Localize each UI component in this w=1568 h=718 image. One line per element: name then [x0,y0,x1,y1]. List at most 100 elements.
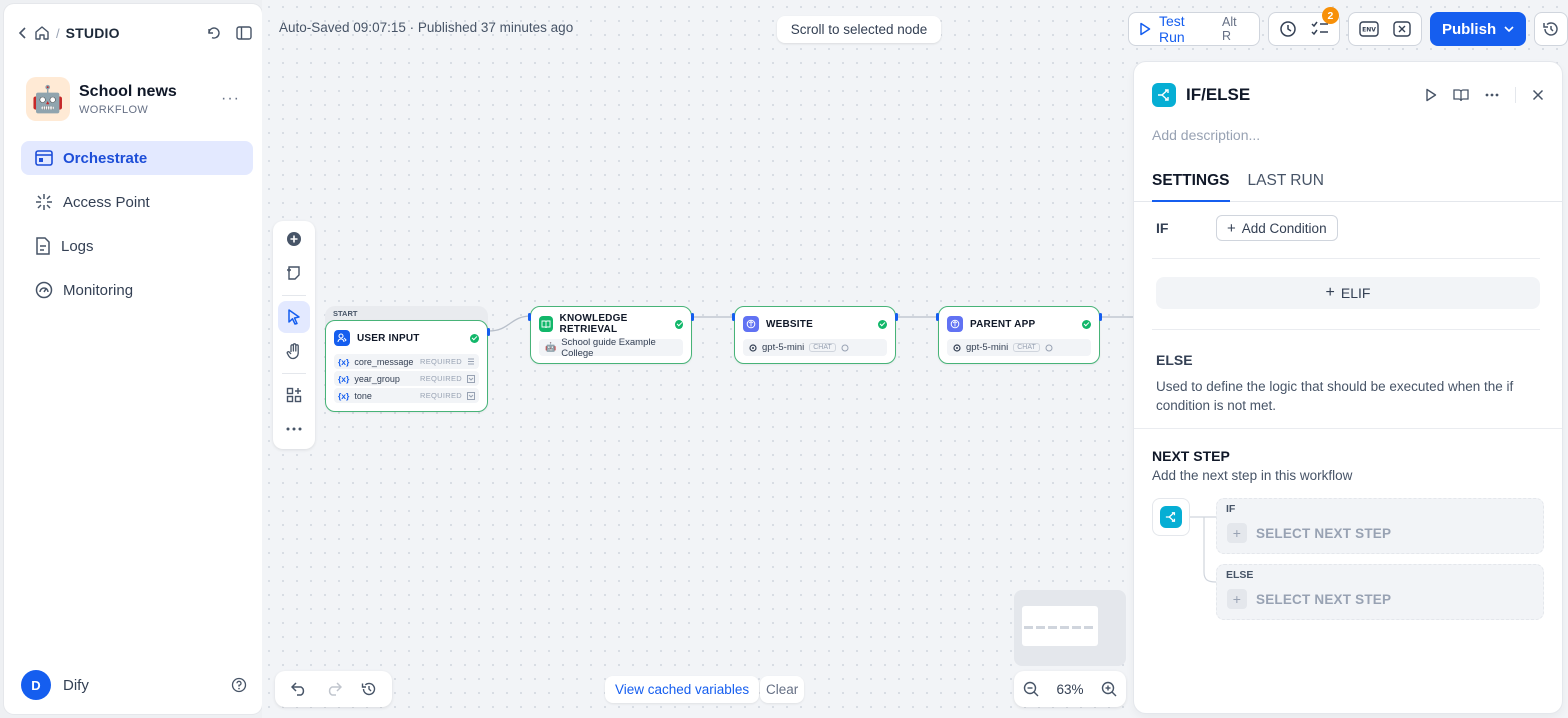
minimap[interactable] [1014,590,1126,666]
model-settings-icon [841,344,849,352]
node-website[interactable]: WEBSITE gpt-5-mini CHAT [732,306,898,364]
else-description: Used to define the logic that should be … [1156,379,1514,413]
env-icon[interactable]: ENV [1359,21,1379,37]
app-name: School news [79,82,177,100]
if-label: IF [1156,220,1169,236]
logs-icon [35,237,51,255]
help-docs-icon[interactable] [1453,88,1469,102]
refresh-icon[interactable] [206,25,222,41]
tab-last-run[interactable]: LAST RUN [1248,170,1324,202]
output-handle[interactable] [1099,313,1102,321]
variable-name: year_group [354,373,400,384]
success-check-icon [878,319,887,329]
panel-title[interactable]: IF/ELSE [1186,85,1250,105]
help-icon[interactable] [231,677,247,693]
undo-icon[interactable] [290,682,307,696]
play-icon [1139,22,1151,36]
tab-settings[interactable]: SETTINGS [1152,170,1230,202]
view-cached-variables-button[interactable]: View cached variables [605,676,760,703]
run-node-icon[interactable] [1425,88,1437,102]
elif-label: ELIF [1340,285,1371,301]
sidebar-item-access-point[interactable]: Access Point [21,185,253,219]
plus-icon: + [1227,219,1236,237]
sidebar-item-logs[interactable]: Logs [21,229,253,263]
history-icon[interactable] [361,681,377,697]
user-profile[interactable]: D Dify [21,669,253,701]
app-type: WORKFLOW [79,103,149,116]
model-name: gpt-5-mini [966,342,1009,353]
svg-text:ENV: ENV [1362,27,1376,34]
more-horizontal-icon[interactable] [1485,93,1499,97]
output-handle[interactable] [487,328,490,336]
model-row: gpt-5-mini CHAT [743,339,887,356]
history-icon [1542,20,1560,38]
home-icon[interactable] [34,25,50,41]
close-icon[interactable] [1532,89,1544,101]
if-branch-target[interactable]: IF + SELECT NEXT STEP [1216,498,1544,554]
plus-icon: + [1325,284,1335,301]
input-handle[interactable] [936,313,939,321]
success-check-icon [470,333,479,343]
add-condition-button[interactable]: + Add Condition [1216,215,1338,241]
clear-button[interactable]: Clear [760,676,805,703]
chevron-down-icon [1504,25,1514,33]
more-horizontal-icon [286,427,302,431]
dataset-name: School guide Example College [561,336,656,359]
version-history-button[interactable] [1534,12,1568,46]
hand-icon [286,342,302,360]
breadcrumb-studio[interactable]: STUDIO [66,25,120,41]
model-name: gpt-5-mini [762,342,805,353]
llm-icon [743,316,759,332]
sidebar-item-monitoring[interactable]: Monitoring [21,273,253,307]
variable-icon: {x} [338,356,350,367]
select-next-step-button[interactable]: + SELECT NEXT STEP [1227,588,1391,610]
input-handle[interactable] [732,313,735,321]
zoom-in-icon[interactable] [1101,681,1117,697]
model-settings-icon [1045,344,1053,352]
zoom-out-icon[interactable] [1023,681,1039,697]
input-handle[interactable] [528,313,531,321]
zoom-controls: 63% [1014,671,1126,707]
select-icon [467,391,475,400]
robot-icon: 🤖 [545,342,557,352]
layout-grid-icon [286,387,302,403]
output-handle[interactable] [895,313,898,321]
back-chevron-icon[interactable] [18,27,28,39]
openai-icon [953,343,961,352]
sidebar: / STUDIO 🤖 School news WORKFLOW ··· Orch… [4,4,262,714]
else-branch-target[interactable]: ELSE + SELECT NEXT STEP [1216,564,1544,620]
collapse-sidebar-icon[interactable] [236,26,252,40]
scroll-to-selected-button[interactable]: Scroll to selected node [777,16,941,43]
section-divider [1152,329,1540,330]
select-next-step-label: SELECT NEXT STEP [1256,591,1392,607]
zoom-level[interactable]: 63% [1056,682,1083,697]
sidebar-item-orchestrate[interactable]: Orchestrate [21,141,253,175]
checklist-icon[interactable] [1311,21,1329,37]
output-handle[interactable] [691,313,694,321]
redo-icon[interactable] [326,682,342,696]
variable-icon[interactable] [1393,21,1411,37]
app-card[interactable]: 🤖 School news WORKFLOW ··· [26,76,248,122]
more-tools[interactable] [278,413,310,445]
chat-tag: CHAT [1013,343,1040,352]
hand-tool[interactable] [278,335,310,367]
description-input[interactable]: Add description... [1152,127,1260,143]
add-node-tool[interactable] [278,223,310,255]
node-parent-app[interactable]: PARENT APP gpt-5-mini CHAT [936,306,1102,364]
node-user-input[interactable]: USER INPUT {x} core_message REQUIRED {x}… [325,320,490,412]
test-run-button[interactable]: Test Run Alt R [1128,12,1260,46]
pointer-tool[interactable] [278,301,310,333]
node-settings-panel: IF/ELSE Add description... SETTINGS LAST… [1134,62,1562,713]
select-next-step-button[interactable]: + SELECT NEXT STEP [1227,522,1391,544]
add-note-tool[interactable] [278,257,310,289]
publish-button[interactable]: Publish [1429,12,1527,46]
run-history-icon[interactable] [1279,20,1297,38]
node-knowledge-retrieval[interactable]: KNOWLEDGE RETRIEVAL 🤖 School guide Examp… [528,306,694,364]
required-tag: REQUIRED [420,374,462,383]
variable-icon: {x} [338,373,350,384]
organize-tool[interactable] [278,379,310,411]
add-elif-button[interactable]: + ELIF [1156,277,1540,309]
publish-label: Publish [1441,20,1497,38]
success-check-icon [1082,319,1091,329]
more-options-icon[interactable]: ··· [221,90,240,108]
